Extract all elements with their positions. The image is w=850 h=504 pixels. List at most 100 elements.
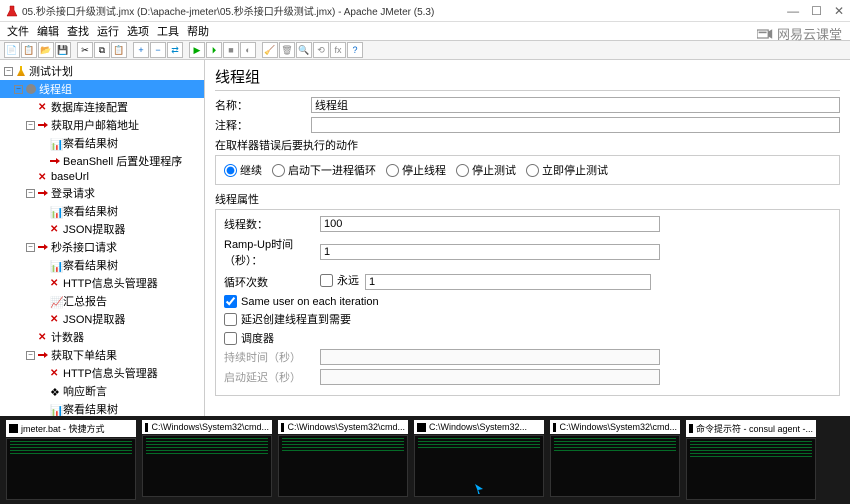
collapse-button[interactable]: −	[150, 42, 166, 58]
duration-input[interactable]	[320, 349, 660, 365]
tree-root[interactable]: −测试计划	[0, 62, 204, 80]
tree-thread-group[interactable]: −线程组	[0, 80, 204, 98]
loop-forever-check[interactable]: 永远	[320, 272, 359, 288]
menu-tools[interactable]: 工具	[154, 22, 182, 40]
tree-icon: 📊	[50, 138, 60, 148]
stop-button[interactable]: ■	[223, 42, 239, 58]
maximize-button[interactable]: ☐	[811, 4, 822, 18]
task-item[interactable]: jmeter.bat - 快捷方式	[6, 420, 136, 500]
search-button[interactable]: 🔍	[296, 42, 312, 58]
task-thumbnail	[278, 435, 408, 497]
toggle-button[interactable]: ⇄	[167, 42, 183, 58]
reset-search-button[interactable]: ⟲	[313, 42, 329, 58]
window-title: 05.秒杀接口升级测试.jmx (D:\apache-jmeter\05.秒杀接…	[22, 3, 787, 18]
name-input[interactable]	[311, 97, 840, 113]
tree-item[interactable]: −获取下单结果	[0, 346, 204, 364]
help-button[interactable]: ?	[347, 42, 363, 58]
tree-item[interactable]: ✕baseUrl	[0, 170, 204, 184]
paste-button[interactable]: 📋	[111, 42, 127, 58]
save-button[interactable]: 💾	[55, 42, 71, 58]
menu-file[interactable]: 文件	[4, 22, 32, 40]
sampler-icon	[38, 120, 48, 130]
open-button[interactable]: 📂	[38, 42, 54, 58]
tree-item[interactable]: ✕JSON提取器	[0, 310, 204, 328]
window-controls: — ☐ ✕	[787, 4, 844, 18]
config-icon: ✕	[38, 332, 48, 342]
task-item[interactable]: C:\Windows\System32\cmd...	[142, 420, 272, 497]
tree-item[interactable]: ✕HTTP信息头管理器	[0, 274, 204, 292]
name-label: 名称：	[215, 97, 311, 113]
radio-next-loop[interactable]: 启动下一进程循环	[272, 162, 376, 178]
close-button[interactable]: ✕	[834, 4, 844, 18]
menu-help[interactable]: 帮助	[184, 22, 212, 40]
tree-item[interactable]: 📈汇总报告	[0, 292, 204, 310]
tree-item[interactable]: 📊察看结果树	[0, 134, 204, 152]
loop-input[interactable]	[365, 274, 651, 290]
sampler-error-label: 在取样器错误后要执行的动作	[215, 137, 840, 153]
delay-create-check[interactable]: 延迟创建线程直到需要	[224, 311, 831, 327]
function-helper-button[interactable]: fx	[330, 42, 346, 58]
radio-stop-thread[interactable]: 停止线程	[386, 162, 446, 178]
config-icon: ✕	[38, 172, 48, 182]
flask-icon	[16, 66, 26, 76]
menu-search[interactable]: 查找	[64, 22, 92, 40]
comment-input[interactable]	[311, 117, 840, 133]
start-no-pause-button[interactable]: ⏵	[206, 42, 222, 58]
tree-item[interactable]: ❖响应断言	[0, 382, 204, 400]
clear-all-button[interactable]: 🗑	[279, 42, 295, 58]
thread-props-label: 线程属性	[215, 191, 840, 207]
tree-item[interactable]: −登录请求	[0, 184, 204, 202]
app-icon	[6, 5, 18, 17]
tree-item[interactable]: ✕JSON提取器	[0, 220, 204, 238]
tree-item[interactable]: ✕计数器	[0, 328, 204, 346]
task-item[interactable]: 命令提示符 - consul agent -...	[686, 420, 816, 500]
clear-button[interactable]: 🧹	[262, 42, 278, 58]
tree-item[interactable]: −秒杀接口请求	[0, 238, 204, 256]
expand-button[interactable]: +	[133, 42, 149, 58]
shutdown-button[interactable]: ◐	[240, 42, 256, 58]
templates-button[interactable]: 📋	[21, 42, 37, 58]
radio-stop-test[interactable]: 停止测试	[456, 162, 516, 178]
minimize-button[interactable]: —	[787, 4, 799, 18]
threads-label: 线程数：	[224, 216, 320, 232]
startup-delay-label: 启动延迟（秒）	[224, 369, 320, 385]
tree-item[interactable]: 📊察看结果树	[0, 256, 204, 274]
cmd-icon	[553, 423, 556, 432]
test-plan-tree[interactable]: −测试计划 −线程组 ✕数据库连接配置 −获取用户邮箱地址 📊察看结果树 Bea…	[0, 60, 205, 416]
sampler-icon	[38, 350, 48, 360]
start-button[interactable]: ▶	[189, 42, 205, 58]
menu-run[interactable]: 运行	[94, 22, 122, 40]
tree-item[interactable]: BeanShell 后置处理程序	[0, 152, 204, 170]
startup-delay-input[interactable]	[320, 369, 660, 385]
tree-item[interactable]: 📊察看结果树	[0, 202, 204, 220]
taskbar: jmeter.bat - 快捷方式 C:\Windows\System32\cm…	[0, 416, 850, 504]
task-item[interactable]: C:\Windows\System32\cmd...	[550, 420, 680, 497]
tree-item[interactable]: −获取用户邮箱地址	[0, 116, 204, 134]
thread-props-group: 线程数： Ramp-Up时间（秒）： 循环次数 永远 Same user on …	[215, 209, 840, 396]
config-icon: ✕	[38, 102, 48, 112]
scheduler-check[interactable]: 调度器	[224, 330, 831, 346]
brand-icon	[757, 28, 773, 40]
cut-button[interactable]: ✂	[77, 42, 93, 58]
loop-label: 循环次数	[224, 274, 320, 290]
tree-icon: 📊	[50, 206, 60, 216]
cmd-icon	[689, 424, 693, 433]
tree-item[interactable]: ✕数据库连接配置	[0, 98, 204, 116]
menu-options[interactable]: 选项	[124, 22, 152, 40]
ramp-input[interactable]	[320, 244, 660, 260]
same-user-check[interactable]: Same user on each iteration	[224, 295, 831, 308]
task-item[interactable]: C:\Windows\System32...	[414, 420, 544, 497]
tree-item[interactable]: 📊察看结果树	[0, 400, 204, 416]
new-button[interactable]: 📄	[4, 42, 20, 58]
menu-edit[interactable]: 编辑	[34, 22, 62, 40]
tree-item[interactable]: ✕HTTP信息头管理器	[0, 364, 204, 382]
radio-stop-now[interactable]: 立即停止测试	[526, 162, 608, 178]
copy-button[interactable]: ⧉	[94, 42, 110, 58]
radio-continue[interactable]: 继续	[224, 162, 262, 178]
threads-input[interactable]	[320, 216, 660, 232]
task-thumbnail	[142, 435, 272, 497]
task-item[interactable]: C:\Windows\System32\cmd...	[278, 420, 408, 497]
task-thumbnail	[6, 438, 136, 500]
cmd-icon	[417, 423, 426, 432]
cursor-icon	[475, 484, 483, 494]
